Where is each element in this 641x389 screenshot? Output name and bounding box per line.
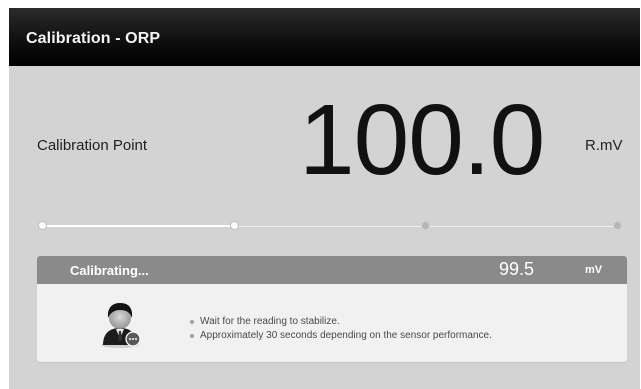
instruction-list: Wait for the reading to stabilize. Approx… <box>187 315 492 343</box>
calibration-screen: Calibration - ORP Calibration Point 100.… <box>9 8 640 389</box>
current-reading: 99.5 <box>499 259 535 279</box>
page-title: Calibration - ORP <box>26 30 161 47</box>
calibration-point-label: Calibration Point <box>37 137 148 154</box>
instruction-item: Wait for the reading to stabilize. <box>187 315 492 329</box>
calibration-unit: R.mV <box>585 137 623 154</box>
reading-unit: mV <box>585 264 603 276</box>
status-bar: Calibrating... 99.5 mV <box>37 256 627 284</box>
calibration-status: Calibrating... <box>70 263 149 278</box>
step-dot <box>229 221 239 230</box>
status-panel: Calibrating... 99.5 mV Wait for the read… <box>37 256 627 362</box>
title-bar: Calibration - ORP <box>9 8 640 66</box>
calibration-point-value: 100.0 <box>299 84 545 196</box>
step-dot <box>421 221 431 230</box>
step-dot <box>38 221 47 230</box>
step-progress-fill <box>42 225 234 227</box>
operator-avatar-icon <box>101 303 141 348</box>
instruction-item: Approximately 30 seconds depending on th… <box>187 329 492 343</box>
step-dot <box>613 221 622 230</box>
